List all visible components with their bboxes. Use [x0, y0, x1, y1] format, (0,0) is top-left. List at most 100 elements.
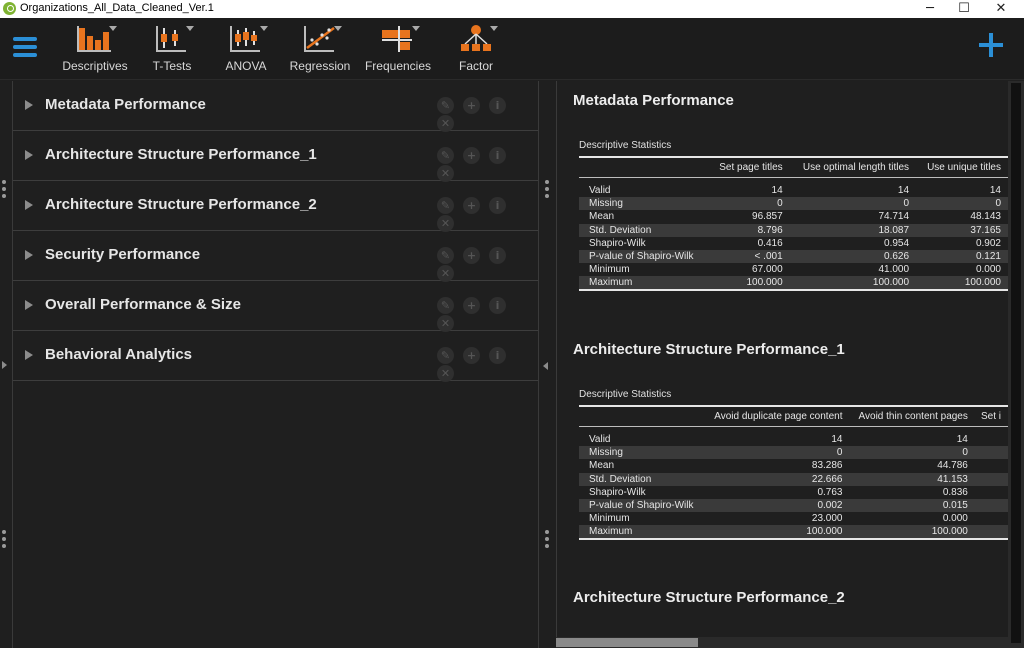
scrollbar-thumb[interactable]: [1011, 83, 1021, 643]
duplicate-icon[interactable]: +: [463, 147, 480, 164]
info-icon[interactable]: i: [489, 197, 506, 214]
analysis-title[interactable]: Architecture Structure Performance_1: [45, 146, 317, 163]
results-vertical-scrollbar[interactable]: [1008, 81, 1024, 648]
results-horizontal-scrollbar[interactable]: [556, 637, 1008, 648]
expand-data-arrow-icon[interactable]: [2, 361, 7, 369]
close-window-button[interactable]: ✕: [983, 0, 1019, 18]
analysis-item-behavioral-analytics[interactable]: Behavioral Analytics ✎ + i ✕: [13, 331, 538, 382]
remove-icon[interactable]: ✕: [437, 165, 454, 182]
table-spacer-row: [579, 177, 1008, 184]
add-module-plus-icon[interactable]: [978, 32, 1004, 58]
anova-button[interactable]: ANOVA: [222, 22, 270, 78]
remove-icon[interactable]: ✕: [437, 315, 454, 332]
analysis-title[interactable]: Overall Performance & Size: [45, 296, 241, 313]
table-cell: [976, 512, 1008, 525]
left-splitter-grip-lower[interactable]: [2, 530, 6, 551]
info-icon[interactable]: i: [489, 147, 506, 164]
analysis-item-architecture-structure-performance-1[interactable]: Architecture Structure Performance_1 ✎ + i…: [13, 131, 538, 182]
analysis-actions: ✎ + i ✕: [437, 296, 538, 332]
table-cell: 100.000: [790, 276, 918, 292]
row-label: Std. Deviation: [579, 223, 711, 237]
regression-button[interactable]: Regression: [288, 22, 352, 78]
duplicate-icon[interactable]: +: [463, 197, 480, 214]
table-cell: 100.000: [705, 525, 851, 541]
duplicate-icon[interactable]: +: [463, 97, 480, 114]
duplicate-icon[interactable]: +: [463, 247, 480, 264]
edit-title-icon[interactable]: ✎: [437, 97, 454, 114]
maximize-button[interactable]: ☐: [946, 0, 982, 18]
duplicate-icon[interactable]: +: [463, 347, 480, 364]
row-label: Shapiro-Wilk: [589, 237, 646, 249]
table-row: Mean 96.857 74.714 48.143: [579, 210, 1008, 223]
edit-title-icon[interactable]: ✎: [437, 147, 454, 164]
analysis-actions: ✎ + i ✕: [437, 196, 538, 232]
table-header-row: Set page titles Use optimal length titles…: [579, 156, 1008, 178]
analysis-title[interactable]: Behavioral Analytics: [45, 346, 192, 363]
frequencies-button[interactable]: Frequencies: [364, 22, 432, 78]
table-cell: 0.763: [817, 486, 843, 498]
factor-label: Factor: [458, 59, 493, 73]
edit-title-icon[interactable]: ✎: [437, 347, 454, 364]
table-cell: 0: [705, 446, 851, 460]
table-cell: 100.000: [710, 276, 791, 292]
duplicate-icon[interactable]: +: [463, 297, 480, 314]
t-tests-icon: [152, 22, 194, 54]
result-title-architecture-structure-performance-2: Architecture Structure Performance_2: [573, 589, 845, 606]
expand-arrow-icon[interactable]: [25, 100, 33, 110]
column-header: [579, 405, 706, 427]
table-cell: 23.000: [811, 513, 843, 525]
info-icon[interactable]: i: [489, 247, 506, 264]
analysis-item-security-performance[interactable]: Security Performance ✎ + i ✕: [13, 231, 538, 282]
expand-arrow-icon[interactable]: [25, 200, 33, 210]
row-label: Missing: [579, 197, 711, 211]
left-splitter-grip[interactable]: [2, 180, 6, 201]
edit-title-icon[interactable]: ✎: [437, 197, 454, 214]
t-tests-button[interactable]: T-Tests: [148, 22, 196, 78]
table-row: Missing 0 0: [579, 446, 1008, 460]
analysis-item-metadata-performance[interactable]: Metadata Performance ✎ + i ✕: [13, 81, 538, 132]
remove-icon[interactable]: ✕: [437, 365, 454, 382]
analysis-title[interactable]: Security Performance: [45, 246, 200, 263]
analysis-item-overall-performance-size[interactable]: Overall Performance & Size ✎ + i ✕: [13, 281, 538, 332]
table-row: Shapiro-Wilk 0.763 0.836: [579, 486, 1008, 499]
table-row: Shapiro-Wilk 0.416 0.954 0.902: [579, 237, 1008, 250]
scrollbar-thumb[interactable]: [556, 638, 698, 647]
row-label: P-value of Shapiro-Wilk: [579, 498, 706, 513]
row-label: Mean: [589, 211, 615, 223]
table-row: P-value of Shapiro-Wilk < .001 0.626 0.121: [579, 249, 1008, 264]
analysis-item-architecture-structure-performance-2[interactable]: Architecture Structure Performance_2 ✎ + i…: [13, 181, 538, 232]
column-header: Use optimal length titles: [790, 156, 918, 178]
column-header: Set i: [975, 405, 1008, 427]
column-header: Set page titles: [710, 156, 791, 178]
expand-arrow-icon[interactable]: [25, 350, 33, 360]
table-cell: [976, 486, 1008, 499]
edit-title-icon[interactable]: ✎: [437, 247, 454, 264]
middle-splitter-grip[interactable]: [545, 180, 549, 201]
row-label: Minimum: [589, 513, 630, 525]
table-cell: 0.626: [790, 249, 918, 264]
expand-arrow-icon[interactable]: [25, 300, 33, 310]
table-cell: 37.165: [917, 223, 1008, 237]
table-cell: 48.143: [970, 211, 1001, 223]
middle-splitter-grip-lower[interactable]: [545, 530, 549, 551]
remove-icon[interactable]: ✕: [437, 115, 454, 132]
collapse-pane-arrow-icon[interactable]: [543, 362, 548, 370]
factor-button[interactable]: Factor: [452, 22, 500, 78]
table-cell: [975, 498, 1008, 513]
remove-icon[interactable]: ✕: [437, 265, 454, 282]
edit-title-icon[interactable]: ✎: [437, 297, 454, 314]
table-cell: 44.786: [937, 460, 968, 472]
descriptives-button[interactable]: Descriptives: [62, 22, 128, 78]
window-title: Organizations_All_Data_Cleaned_Ver.1: [20, 2, 214, 14]
remove-icon[interactable]: ✕: [437, 215, 454, 232]
minimize-button[interactable]: ─: [912, 0, 948, 18]
info-icon[interactable]: i: [489, 297, 506, 314]
info-icon[interactable]: i: [489, 97, 506, 114]
table-spacer-row: [579, 426, 1008, 433]
analysis-title[interactable]: Metadata Performance: [45, 96, 206, 113]
expand-arrow-icon[interactable]: [25, 150, 33, 160]
expand-arrow-icon[interactable]: [25, 250, 33, 260]
info-icon[interactable]: i: [489, 347, 506, 364]
analysis-title[interactable]: Architecture Structure Performance_2: [45, 196, 317, 213]
main-menu-hamburger-icon[interactable]: [13, 37, 37, 59]
